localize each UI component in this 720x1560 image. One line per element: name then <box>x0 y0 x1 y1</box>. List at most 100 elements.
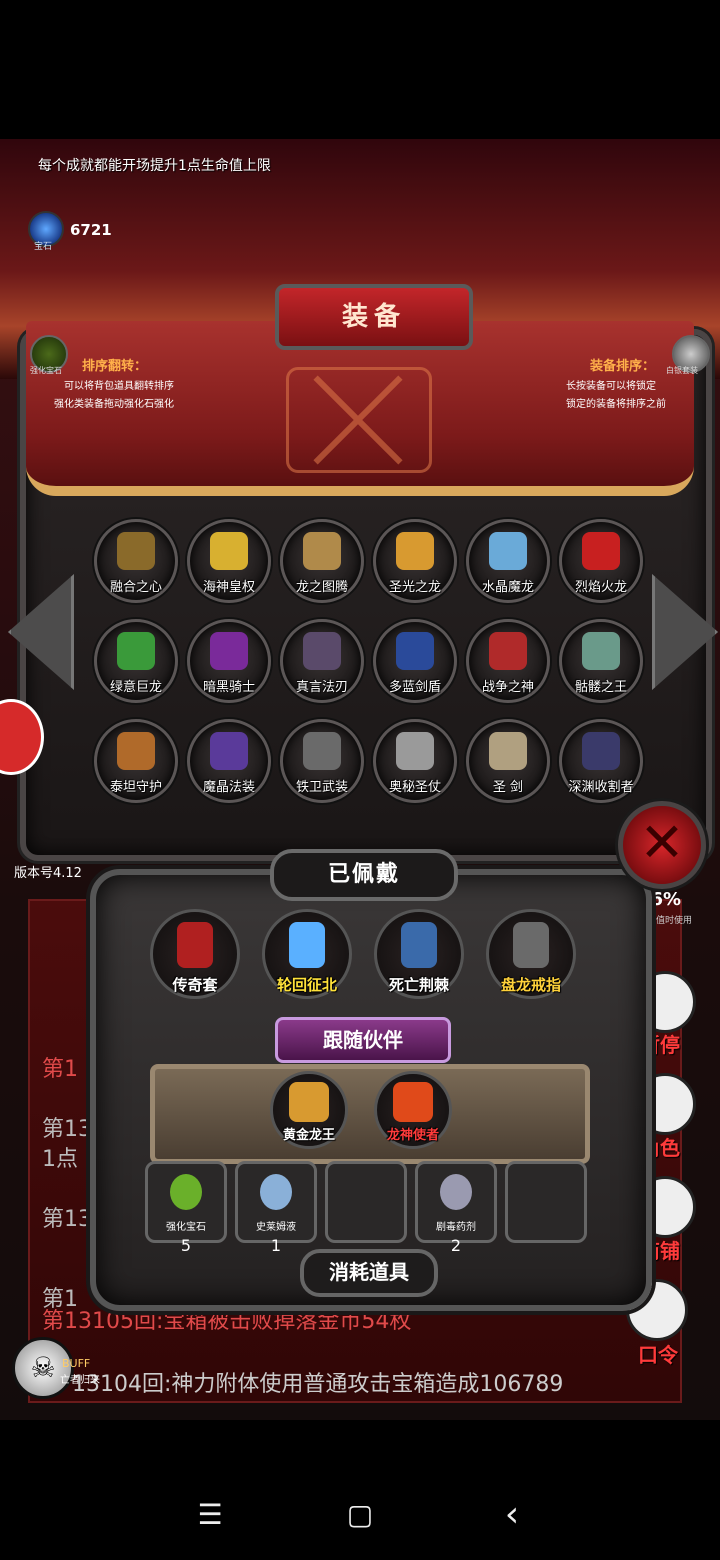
item-label: 绿意巨龙 <box>109 680 162 695</box>
equipment-slot[interactable]: 圣光之龙 <box>373 519 457 603</box>
equip-sort-line2: 锁定的装备将排序之前 <box>566 399 666 410</box>
equip-sort-line1: 长按装备可以将锁定 <box>566 381 656 392</box>
equipment-slot[interactable]: 海神皇权 <box>187 519 271 603</box>
achievement-tip: 每个成就都能开场提升1点生命值上限 <box>38 158 271 174</box>
item-label: 龙之图腾 <box>295 580 348 595</box>
version-label: 版本号4.12 <box>14 866 82 881</box>
item-icon <box>303 632 341 670</box>
item-icon <box>177 922 213 968</box>
item-icon <box>489 632 527 670</box>
equipped-title: 已佩戴 <box>270 849 458 901</box>
item-label: 轮回征北 <box>276 976 337 994</box>
home-icon[interactable]: ▢ <box>340 1498 380 1531</box>
item-icon <box>289 922 325 968</box>
consumable-slot[interactable]: 史莱姆液 1 <box>235 1161 317 1255</box>
follower-icon <box>289 1082 329 1122</box>
game-screen: 每个成就都能开场提升1点生命值上限 6721 宝石 第1 第13 1点 第13 … <box>0 139 720 1420</box>
equipped-panel: 已佩戴 传奇套 轮回征北 死亡荆棘 盘龙戒指 跟随伙伴 黄金龙王 龙神使者 强化宝石 5 史… <box>90 849 652 1311</box>
equip-sort-title[interactable]: 装备排序： <box>590 355 655 374</box>
item-icon <box>396 632 434 670</box>
log-line: 13104回:神力附体使用普通攻击宝箱造成106789 <box>72 1372 564 1397</box>
equipped-slot[interactable]: 传奇套 <box>150 909 240 999</box>
equipped-slot[interactable]: 死亡荆棘 <box>374 909 464 999</box>
item-label: 骷髅之王 <box>574 680 627 695</box>
equipment-slot[interactable]: 水晶魔龙 <box>466 519 550 603</box>
item-label: 奥秘圣仗 <box>388 780 441 795</box>
item-label: 死亡荆棘 <box>388 976 449 994</box>
equipment-grid: 融合之心 海神皇权 龙之图腾 圣光之龙 水晶魔龙 烈焰火龙绿意巨龙 暗黑骑士 真言法刃 多蓝剑盾… <box>94 519 654 839</box>
follower-slot[interactable]: 龙神使者 <box>374 1071 452 1149</box>
consumable-icon <box>440 1174 472 1210</box>
item-label: 海神皇权 <box>202 580 255 595</box>
log-line: 第13 <box>42 1207 92 1232</box>
consumable-icon <box>260 1174 292 1210</box>
equipment-slot[interactable]: 真言法刃 <box>280 619 364 703</box>
log-line: 1点 <box>42 1147 78 1172</box>
system-nav-bar: ☰ ▢ ‹ <box>0 1420 720 1560</box>
consumable-count: 5 <box>180 1236 192 1255</box>
equipment-slot[interactable]: 铁卫武装 <box>280 719 364 803</box>
equipment-slot[interactable]: 泰坦守护 <box>94 719 178 803</box>
item-label: 铁卫武装 <box>295 780 348 795</box>
equipment-slot[interactable]: 魔晶法装 <box>187 719 271 803</box>
item-icon <box>489 532 527 570</box>
consumable-slot[interactable]: 剧毒药剂 2 <box>415 1161 497 1255</box>
equipped-slot[interactable]: 盘龙戒指 <box>486 909 576 999</box>
buff-label: BUFF <box>62 1357 91 1370</box>
equipment-slot[interactable]: 圣 剑 <box>466 719 550 803</box>
follower-slots: 黄金龙王 龙神使者 <box>270 1071 470 1161</box>
sort-flip-title[interactable]: 排序翻转： <box>82 355 147 374</box>
item-label: 水晶魔龙 <box>481 580 534 595</box>
item-label: 多蓝剑盾 <box>388 680 441 695</box>
consumable-icon <box>170 1174 202 1210</box>
equipment-slot[interactable]: 战争之神 <box>466 619 550 703</box>
equipped-slots: 传奇套 轮回征北 死亡荆棘 盘龙戒指 <box>150 909 590 1019</box>
menu-icon[interactable]: ☰ <box>190 1498 230 1531</box>
consumable-title: 消耗道具 <box>300 1249 438 1297</box>
item-icon <box>210 532 248 570</box>
item-icon <box>210 732 248 770</box>
item-icon <box>210 632 248 670</box>
back-icon[interactable]: ‹ <box>492 1494 532 1535</box>
equipment-slot[interactable]: 奥秘圣仗 <box>373 719 457 803</box>
equipment-panel: 装备 强化宝石 排序翻转： 可以将背包道具翻转排序 强化类装备拖动强化石强化 白… <box>10 209 712 861</box>
close-button[interactable]: ✕ <box>618 801 706 889</box>
log-line: 第1 <box>42 1057 78 1082</box>
equipment-slot[interactable]: 暗黑骑士 <box>187 619 271 703</box>
item-icon <box>117 632 155 670</box>
consumable-slot[interactable] <box>505 1161 587 1243</box>
item-label: 战争之神 <box>481 680 534 695</box>
consumable-slots: 强化宝石 5 史莱姆液 1 剧毒药剂 2 <box>145 1161 595 1261</box>
item-icon <box>582 532 620 570</box>
follower-slot[interactable]: 黄金龙王 <box>270 1071 348 1149</box>
equipped-slot[interactable]: 轮回征北 <box>262 909 352 999</box>
item-icon <box>117 732 155 770</box>
equipment-slot[interactable]: 烈焰火龙 <box>559 519 643 603</box>
item-label: 圣 剑 <box>492 780 524 795</box>
log-line: 第13 <box>42 1117 92 1142</box>
equipment-slot[interactable]: 融合之心 <box>94 519 178 603</box>
item-icon <box>489 732 527 770</box>
equipment-slot[interactable]: 骷髅之王 <box>559 619 643 703</box>
follower-icon <box>393 1082 433 1122</box>
item-label: 融合之心 <box>109 580 162 595</box>
item-icon <box>396 732 434 770</box>
equipment-slot[interactable]: 绿意巨龙 <box>94 619 178 703</box>
consumable-slot[interactable] <box>325 1161 407 1243</box>
item-label: 深渊收割者 <box>568 780 634 795</box>
item-icon <box>303 532 341 570</box>
equipment-slot[interactable]: 深渊收割者 <box>559 719 643 803</box>
equipment-slot[interactable]: 多蓝剑盾 <box>373 619 457 703</box>
item-label: 真言法刃 <box>295 680 348 695</box>
panel-title: 装备 <box>275 284 473 350</box>
code-label[interactable]: 口令 <box>638 1339 678 1368</box>
item-label: 传奇套 <box>172 976 218 994</box>
consumable-label: 强化宝石 <box>166 1222 206 1233</box>
equipment-slot[interactable]: 龙之图腾 <box>280 519 364 603</box>
item-icon <box>117 532 155 570</box>
consumable-slot[interactable]: 强化宝石 5 <box>145 1161 227 1255</box>
sort-flip-line2: 强化类装备拖动强化石强化 <box>54 399 174 410</box>
item-label: 泰坦守护 <box>109 780 162 795</box>
left-icon-caption: 强化宝石 <box>30 366 62 375</box>
follower-label: 黄金龙王 <box>282 1128 335 1143</box>
